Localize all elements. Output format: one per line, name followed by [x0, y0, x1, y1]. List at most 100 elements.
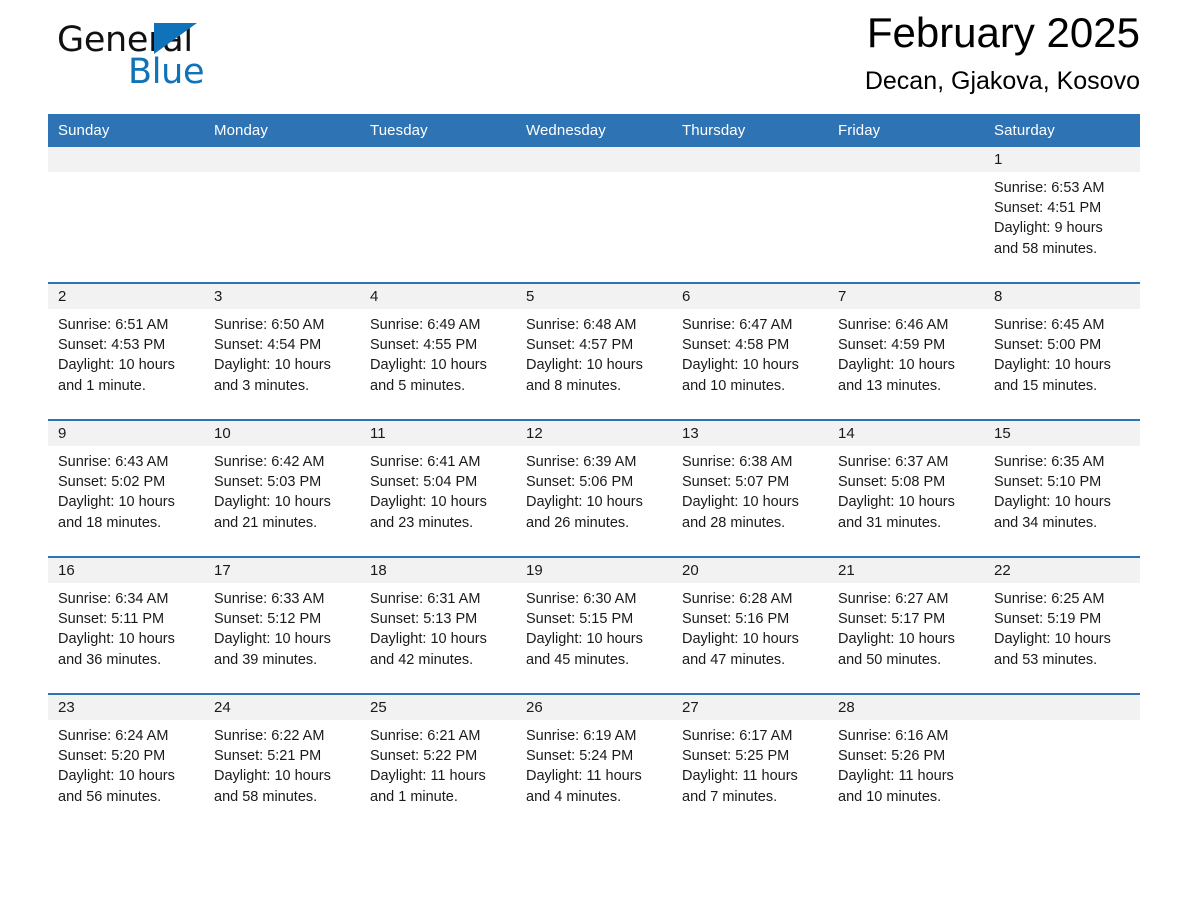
sunrise-text: Sunrise: 6:25 AM — [994, 591, 1105, 607]
day-number-band: 15 — [984, 421, 1140, 446]
day-number: 10 — [214, 425, 231, 442]
calendar-day-cell[interactable]: 8 Sunrise: 6:45 AM Sunset: 5:00 PM Daylight… — [984, 282, 1140, 420]
daylight-text-cont: and 4 minutes. — [526, 788, 622, 805]
day-number: 5 — [526, 288, 535, 305]
daylight-text: Daylight: 10 hours — [214, 357, 331, 374]
calendar-day-cell[interactable]: 2 Sunrise: 6:51 AM Sunset: 4:53 PM Daylight… — [48, 282, 204, 420]
generalblue-logo[interactable]: General Blue — [48, 14, 308, 92]
sunset-text: Sunset: 5:19 PM — [994, 611, 1102, 628]
sunset-text: Sunset: 5:15 PM — [526, 611, 634, 628]
day-number-band: 23 — [48, 695, 204, 720]
sunset-text: Sunset: 5:08 PM — [838, 474, 946, 491]
sunrise-text: Sunrise: 6:16 AM — [838, 728, 949, 744]
day-number: 25 — [370, 699, 387, 716]
day-number-band: 10 — [204, 421, 360, 446]
calendar-day-cell[interactable]: 21 Sunrise: 6:27 AM Sunset: 5:17 PM Dayligh… — [828, 556, 984, 694]
day-number-band: 16 — [48, 558, 204, 583]
calendar-day-cell[interactable]: 3 Sunrise: 6:50 AM Sunset: 4:54 PM Daylight… — [204, 282, 360, 420]
day-details: Sunrise: 6:42 AM Sunset: 5:03 PM Daylight:… — [204, 446, 360, 533]
calendar-day-cell[interactable]: 9 Sunrise: 6:43 AM Sunset: 5:02 PM Daylight… — [48, 419, 204, 557]
calendar-day-cell[interactable]: 17 Sunrise: 6:33 AM Sunset: 5:12 PM Dayligh… — [204, 556, 360, 694]
calendar-day-cell[interactable]: 26 Sunrise: 6:19 AM Sunset: 5:24 PM Dayligh… — [516, 693, 672, 830]
calendar-day-cell[interactable]: 28 Sunrise: 6:16 AM Sunset: 5:26 PM Dayligh… — [828, 693, 984, 830]
daylight-text-cont: and 21 minutes. — [214, 514, 318, 531]
day-number-band: 2 — [48, 284, 204, 309]
sunset-text: Sunset: 4:59 PM — [838, 337, 946, 354]
day-number: 15 — [994, 425, 1011, 442]
sunrise-text: Sunrise: 6:45 AM — [994, 317, 1105, 333]
sunrise-text: Sunrise: 6:30 AM — [526, 591, 637, 607]
calendar-day-cell[interactable]: 23 Sunrise: 6:24 AM Sunset: 5:20 PM Dayligh… — [48, 693, 204, 830]
calendar-day-cell[interactable]: 20 Sunrise: 6:28 AM Sunset: 5:16 PM Dayligh… — [672, 556, 828, 694]
day-number: 8 — [994, 288, 1003, 305]
daylight-text: Daylight: 10 hours — [58, 494, 175, 511]
calendar-day-cell[interactable]: 24 Sunrise: 6:22 AM Sunset: 5:21 PM Dayligh… — [204, 693, 360, 830]
day-details: Sunrise: 6:38 AM Sunset: 5:07 PM Daylight:… — [672, 446, 828, 533]
sunset-text: Sunset: 5:26 PM — [838, 748, 946, 765]
daylight-text-cont: and 7 minutes. — [682, 788, 778, 805]
calendar-day-cell[interactable]: 13 Sunrise: 6:38 AM Sunset: 5:07 PM Dayligh… — [672, 419, 828, 557]
day-number-band — [48, 147, 204, 172]
day-number-band: 27 — [672, 695, 828, 720]
daylight-text: Daylight: 10 hours — [994, 494, 1111, 511]
day-number-band: 13 — [672, 421, 828, 446]
day-details: Sunrise: 6:27 AM Sunset: 5:17 PM Daylight:… — [828, 583, 984, 670]
calendar-day-cell[interactable]: 11 Sunrise: 6:41 AM Sunset: 5:04 PM Dayligh… — [360, 419, 516, 557]
day-details — [204, 172, 360, 178]
calendar-day-cell[interactable]: 15 Sunrise: 6:35 AM Sunset: 5:10 PM Dayligh… — [984, 419, 1140, 557]
day-details: Sunrise: 6:24 AM Sunset: 5:20 PM Daylight:… — [48, 720, 204, 807]
daylight-text-cont: and 23 minutes. — [370, 514, 474, 531]
calendar-day-cell[interactable]: 22 Sunrise: 6:25 AM Sunset: 5:19 PM Dayligh… — [984, 556, 1140, 694]
day-number-band: 11 — [360, 421, 516, 446]
sunrise-text: Sunrise: 6:41 AM — [370, 454, 481, 470]
day-number: 22 — [994, 562, 1011, 579]
daylight-text-cont: and 36 minutes. — [58, 651, 162, 668]
day-number: 7 — [838, 288, 847, 305]
weekday-header-friday: Friday — [828, 114, 984, 147]
day-details: Sunrise: 6:22 AM Sunset: 5:21 PM Daylight:… — [204, 720, 360, 807]
day-details: Sunrise: 6:25 AM Sunset: 5:19 PM Daylight:… — [984, 583, 1140, 670]
calendar-day-cell-empty — [204, 147, 360, 283]
day-details: Sunrise: 6:47 AM Sunset: 4:58 PM Daylight:… — [672, 309, 828, 396]
sunset-text: Sunset: 4:51 PM — [994, 200, 1102, 217]
sunset-text: Sunset: 5:11 PM — [58, 611, 165, 628]
calendar-day-cell[interactable]: 25 Sunrise: 6:21 AM Sunset: 5:22 PM Dayligh… — [360, 693, 516, 830]
calendar-day-cell[interactable]: 5 Sunrise: 6:48 AM Sunset: 4:57 PM Daylight… — [516, 282, 672, 420]
calendar-day-cell[interactable]: 14 Sunrise: 6:37 AM Sunset: 5:08 PM Dayligh… — [828, 419, 984, 557]
calendar-day-cell[interactable]: 4 Sunrise: 6:49 AM Sunset: 4:55 PM Daylight… — [360, 282, 516, 420]
day-details: Sunrise: 6:17 AM Sunset: 5:25 PM Daylight:… — [672, 720, 828, 807]
daylight-text-cont: and 1 minute. — [370, 788, 458, 805]
calendar-day-cell[interactable]: 18 Sunrise: 6:31 AM Sunset: 5:13 PM Dayligh… — [360, 556, 516, 694]
calendar-day-cell[interactable]: 12 Sunrise: 6:39 AM Sunset: 5:06 PM Dayligh… — [516, 419, 672, 557]
daylight-text-cont: and 53 minutes. — [994, 651, 1098, 668]
day-details: Sunrise: 6:21 AM Sunset: 5:22 PM Daylight:… — [360, 720, 516, 807]
calendar-day-cell[interactable]: 7 Sunrise: 6:46 AM Sunset: 4:59 PM Daylight… — [828, 282, 984, 420]
calendar-day-cell[interactable]: 19 Sunrise: 6:30 AM Sunset: 5:15 PM Dayligh… — [516, 556, 672, 694]
day-number-band: 24 — [204, 695, 360, 720]
sunset-text: Sunset: 5:03 PM — [214, 474, 322, 491]
sunset-text: Sunset: 5:25 PM — [682, 748, 790, 765]
daylight-text: Daylight: 10 hours — [526, 631, 643, 648]
calendar-day-cell[interactable]: 6 Sunrise: 6:47 AM Sunset: 4:58 PM Daylight… — [672, 282, 828, 420]
calendar-day-cell[interactable]: 1 Sunrise: 6:53 AM Sunset: 4:51 PM Daylight… — [984, 147, 1140, 283]
daylight-text: Daylight: 9 hours — [994, 220, 1103, 237]
calendar-day-cell[interactable]: 16 Sunrise: 6:34 AM Sunset: 5:11 PM Dayligh… — [48, 556, 204, 694]
weekday-header-sunday: Sunday — [48, 114, 204, 147]
sunset-text: Sunset: 5:24 PM — [526, 748, 634, 765]
day-number-band: 26 — [516, 695, 672, 720]
sunset-text: Sunset: 5:17 PM — [838, 611, 946, 628]
daylight-text: Daylight: 10 hours — [370, 631, 487, 648]
daylight-text-cont: and 18 minutes. — [58, 514, 162, 531]
daylight-text-cont: and 10 minutes. — [682, 377, 786, 394]
day-number-band: 28 — [828, 695, 984, 720]
page-subtitle: Decan, Gjakova, Kosovo — [864, 67, 1140, 95]
calendar-day-cell[interactable]: 10 Sunrise: 6:42 AM Sunset: 5:03 PM Dayligh… — [204, 419, 360, 557]
daylight-text: Daylight: 11 hours — [838, 768, 954, 785]
day-number-band: 5 — [516, 284, 672, 309]
calendar-day-cell[interactable]: 27 Sunrise: 6:17 AM Sunset: 5:25 PM Dayligh… — [672, 693, 828, 830]
sunset-text: Sunset: 5:13 PM — [370, 611, 478, 628]
sunset-text: Sunset: 4:55 PM — [370, 337, 478, 354]
logo-text-blue: Blue — [128, 52, 205, 92]
sunrise-text: Sunrise: 6:34 AM — [58, 591, 169, 607]
calendar-week-row: 16 Sunrise: 6:34 AM Sunset: 5:11 PM Dayligh… — [48, 556, 1140, 694]
